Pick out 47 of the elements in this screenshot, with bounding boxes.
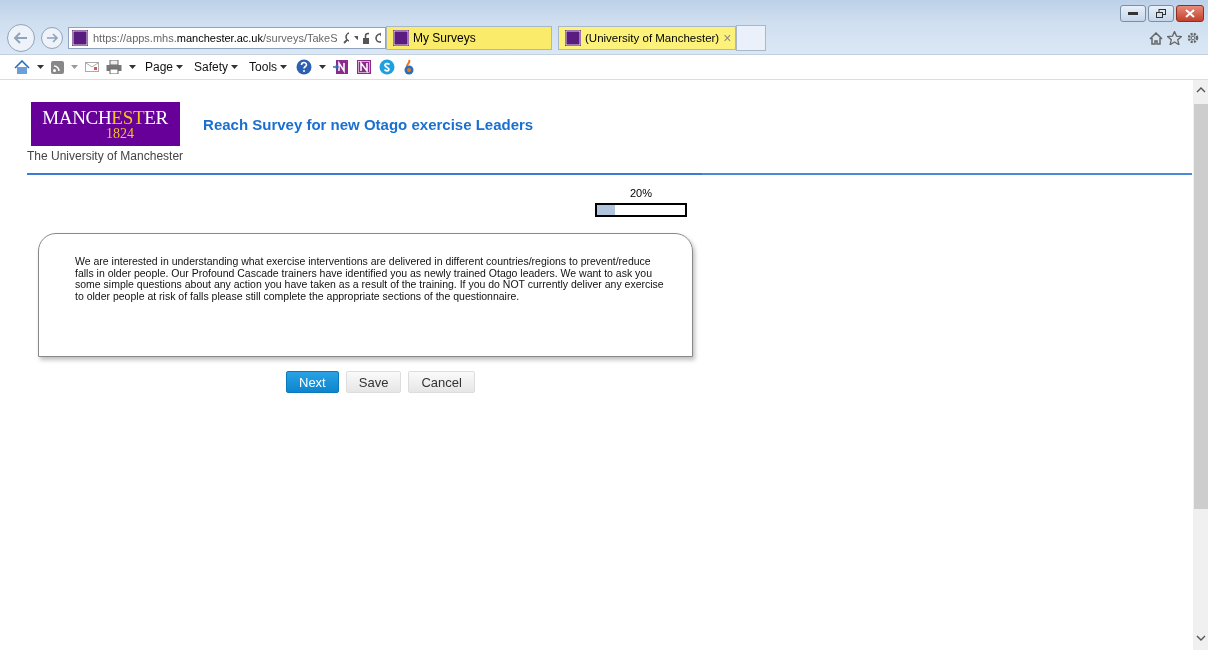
address-bar[interactable]: https://apps.mhs.manchester.ac.uk/surveys/TakeS (68, 27, 386, 49)
form-button[interactable]: Cancel (408, 371, 475, 393)
minimize-button[interactable] (1120, 5, 1146, 22)
notebook-icon[interactable] (356, 59, 373, 75)
lock-icon (363, 32, 370, 44)
progress-percent: 20% (629, 187, 653, 199)
logo-caption: The University of Manchester (27, 149, 184, 163)
caret-icon[interactable] (37, 65, 44, 69)
help-icon[interactable] (296, 59, 313, 75)
settings-icon[interactable] (1186, 31, 1200, 45)
browser-tab[interactable]: (University of Manchester) × (558, 26, 736, 50)
browser-tab[interactable]: My Surveys (386, 26, 552, 50)
toolbar-menu[interactable]: Safety (192, 60, 241, 74)
restore-button[interactable] (1148, 5, 1174, 22)
site-logo-icon (72, 30, 88, 46)
caret-icon[interactable] (129, 65, 136, 69)
home-icon[interactable] (14, 59, 30, 75)
caret-icon[interactable] (354, 36, 359, 40)
restore-icon (1156, 9, 1166, 18)
caret-icon (280, 65, 288, 69)
mail-icon[interactable] (85, 62, 99, 72)
close-button[interactable] (1176, 5, 1204, 22)
notebook-icon[interactable] (333, 59, 350, 75)
caret-icon[interactable] (319, 65, 327, 69)
url-text: https://apps.mhs.manchester.ac.uk/surveys/TakeS (93, 32, 338, 44)
caret-icon (176, 65, 184, 69)
chat-icon[interactable] (379, 59, 396, 75)
scroll-up-icon[interactable] (1195, 86, 1206, 93)
university-logo: MANCHESTER 1824 (30, 102, 180, 146)
print-icon[interactable] (106, 60, 122, 74)
minimize-icon (1128, 11, 1138, 16)
star-icon[interactable] (1167, 31, 1182, 45)
intro-text: We are interested in understanding what exercise interventions are delivered in different countries/regions to prevent/reduce falls in older people. Our Profound Cascade trainers have identified you as newly trained Otago leaders. We want to ask you some simple questions about any action you have taken as a result of the training. If you do NOT currently deliver any exercise to older people at risk of falls please still complete the appropriate sections of the questionnaire. (75, 256, 665, 302)
form-button[interactable]: Save (345, 371, 402, 393)
caret-icon (231, 65, 239, 69)
home-icon[interactable] (1149, 31, 1163, 45)
scrollbar[interactable] (1193, 80, 1208, 650)
scroll-down-icon[interactable] (1195, 635, 1206, 642)
tab-title: (University of Manchester) (585, 32, 720, 44)
close-icon (1185, 9, 1195, 18)
toolbar-menu[interactable]: Tools (247, 60, 290, 74)
site-logo-icon (393, 30, 409, 46)
feed-icon[interactable] (51, 60, 64, 74)
tab-title: My Surveys (413, 31, 477, 45)
site-logo-icon (565, 30, 581, 46)
toolbar-menu[interactable]: Page (143, 60, 186, 74)
survey-title: Reach Survey for new Otago exercise Leaders (203, 116, 534, 133)
